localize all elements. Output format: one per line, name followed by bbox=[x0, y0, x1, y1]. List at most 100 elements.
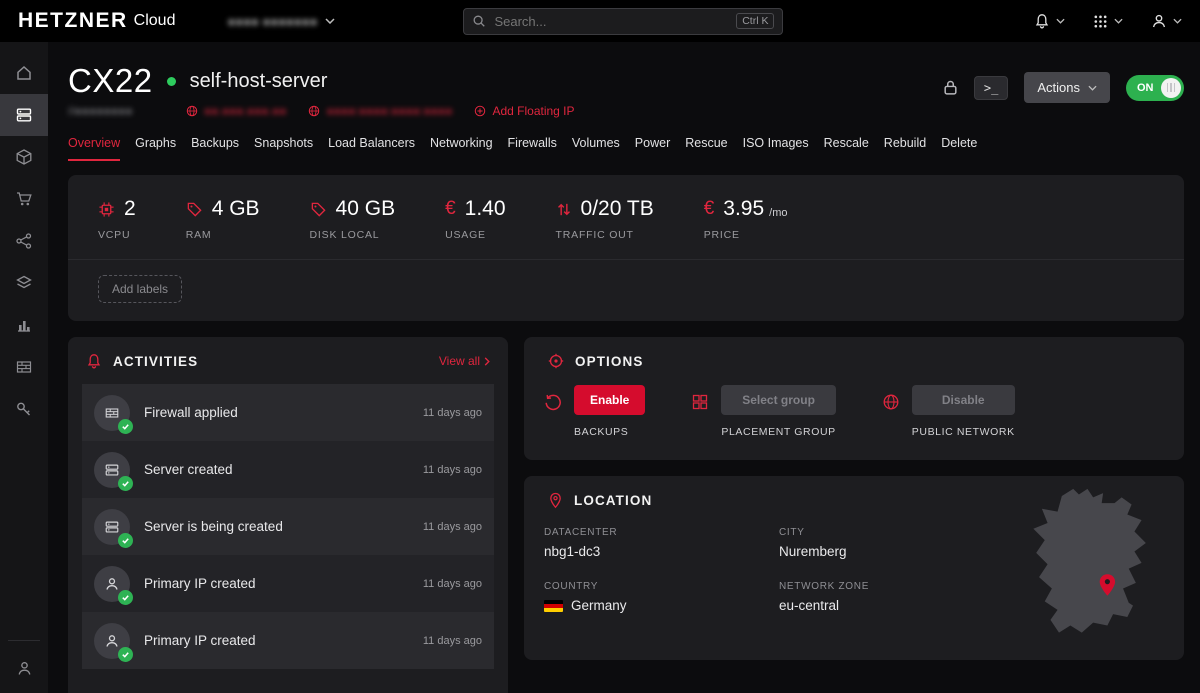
apps-menu[interactable] bbox=[1093, 14, 1123, 29]
pin-icon bbox=[548, 492, 563, 509]
stat-ram: 4 GB RAM bbox=[186, 197, 260, 241]
success-check-icon bbox=[118, 647, 133, 662]
location-card: LOCATION DATACENTER nbg1-dc3 CITY Nuremb… bbox=[524, 476, 1184, 660]
activity-row-firewall-applied[interactable]: Firewall applied 11 days ago bbox=[82, 384, 494, 441]
tab-rescale[interactable]: Rescale bbox=[824, 136, 869, 161]
sidebar-item-networks[interactable] bbox=[0, 220, 48, 262]
project-switcher[interactable]: ●●●● ●●●●●●● bbox=[227, 14, 335, 29]
tab-delete[interactable]: Delete bbox=[941, 136, 977, 161]
stat-label: USAGE bbox=[445, 229, 505, 241]
sidebar-item-servers[interactable] bbox=[0, 94, 48, 136]
tab-snapshots[interactable]: Snapshots bbox=[254, 136, 313, 161]
hetzner-logo: HETZNER bbox=[18, 9, 128, 33]
chevron-down-icon bbox=[1056, 18, 1065, 24]
field-city: CITY Nuremberg bbox=[779, 527, 1014, 559]
tab-load-balancers[interactable]: Load Balancers bbox=[328, 136, 415, 161]
tab-rescue[interactable]: Rescue bbox=[685, 136, 727, 161]
tab-backups[interactable]: Backups bbox=[191, 136, 239, 161]
activity-time: 11 days ago bbox=[423, 635, 482, 647]
globe-icon bbox=[308, 105, 320, 117]
stat-price: € 3.95 /mo PRICE bbox=[704, 197, 788, 241]
server-controls: >_ Actions ON bbox=[943, 62, 1184, 103]
add-labels-button[interactable]: Add labels bbox=[98, 275, 182, 303]
select-group-button[interactable]: Select group bbox=[721, 385, 835, 415]
activity-row-server-being-created[interactable]: Server is being created 11 days ago bbox=[82, 498, 494, 555]
tab-iso-images[interactable]: ISO Images bbox=[743, 136, 809, 161]
globe-icon bbox=[882, 385, 900, 438]
activities-title: ACTIVITIES bbox=[113, 354, 198, 369]
network-zone-value: eu-central bbox=[779, 598, 1014, 613]
options-title: OPTIONS bbox=[575, 354, 643, 369]
stat-suffix: /mo bbox=[769, 207, 787, 221]
success-check-icon bbox=[118, 476, 133, 491]
servers-icon bbox=[15, 106, 33, 124]
add-floating-ip-label: Add Floating IP bbox=[492, 104, 574, 118]
project-name-redacted: ●●●● ●●●●●●● bbox=[227, 14, 317, 29]
search-input[interactable] bbox=[494, 14, 728, 29]
console-button[interactable]: >_ bbox=[974, 76, 1008, 100]
tab-graphs[interactable]: Graphs bbox=[135, 136, 176, 161]
network-nodes-icon bbox=[15, 232, 33, 250]
sidebar-item-security[interactable] bbox=[0, 388, 48, 430]
topbar-actions bbox=[1034, 13, 1182, 29]
sidebar-item-metrics[interactable] bbox=[0, 304, 48, 346]
user-menu[interactable] bbox=[1151, 13, 1182, 29]
sidebar-divider bbox=[8, 640, 40, 641]
disable-public-network-button[interactable]: Disable bbox=[912, 385, 1015, 415]
activity-row-server-created[interactable]: Server created 11 days ago bbox=[82, 441, 494, 498]
tab-rebuild[interactable]: Rebuild bbox=[884, 136, 926, 161]
main-content: CX22 self-host-server #●●●●●●●● ●●.●●●.●… bbox=[48, 42, 1200, 693]
sidebar bbox=[0, 42, 48, 693]
chevron-down-icon bbox=[1114, 18, 1123, 24]
stat-label: RAM bbox=[186, 229, 260, 241]
search-icon bbox=[472, 14, 486, 28]
bottom-grid: ACTIVITIES View all Firewall applied 11 … bbox=[68, 337, 1184, 693]
server-header: CX22 self-host-server #●●●●●●●● ●●.●●●.●… bbox=[68, 62, 1184, 118]
datacenter-label: DATACENTER bbox=[544, 527, 779, 538]
chevron-down-icon bbox=[325, 18, 335, 24]
notifications-menu[interactable] bbox=[1034, 13, 1065, 29]
bell-icon bbox=[86, 353, 102, 369]
tab-networking[interactable]: Networking bbox=[430, 136, 493, 161]
lock-icon[interactable] bbox=[943, 79, 958, 96]
ipv6-redacted: ●●●●:●●●●:●●●●:●●●● bbox=[326, 104, 452, 118]
activity-text: Server is being created bbox=[144, 519, 283, 534]
tab-power[interactable]: Power bbox=[635, 136, 670, 161]
tab-firewalls[interactable]: Firewalls bbox=[508, 136, 557, 161]
city-value: Nuremberg bbox=[779, 544, 1014, 559]
chevron-right-icon bbox=[484, 357, 490, 366]
server-icon bbox=[104, 519, 120, 535]
activity-row-primary-ip-created[interactable]: Primary IP created 11 days ago bbox=[82, 612, 494, 669]
power-toggle[interactable]: ON bbox=[1126, 75, 1184, 101]
sidebar-item-firewalls[interactable] bbox=[0, 346, 48, 388]
activity-row-primary-ip-created[interactable]: Primary IP created 11 days ago bbox=[82, 555, 494, 612]
server-name: self-host-server bbox=[190, 70, 328, 93]
tab-overview[interactable]: Overview bbox=[68, 136, 120, 161]
server-type: CX22 bbox=[68, 62, 153, 100]
view-all-link[interactable]: View all bbox=[439, 354, 490, 368]
sidebar-item-home[interactable] bbox=[0, 52, 48, 94]
search-bar[interactable]: Ctrl K bbox=[463, 8, 783, 35]
tab-volumes[interactable]: Volumes bbox=[572, 136, 620, 161]
sidebar-item-support[interactable] bbox=[0, 647, 48, 689]
sidebar-item-marketplace[interactable] bbox=[0, 178, 48, 220]
ipv4-redacted: ●●.●●●.●●●.●● bbox=[204, 104, 286, 118]
chart-icon bbox=[15, 316, 33, 334]
right-column: OPTIONS Enable BACKUPS bbox=[524, 337, 1184, 660]
add-floating-ip-link[interactable]: Add Floating IP bbox=[474, 104, 574, 118]
sidebar-item-volumes[interactable] bbox=[0, 136, 48, 178]
enable-backups-button[interactable]: Enable bbox=[574, 385, 645, 415]
activities-card: ACTIVITIES View all Firewall applied 11 … bbox=[68, 337, 508, 693]
ipv4-address[interactable]: ●●.●●●.●●●.●● bbox=[186, 104, 286, 118]
stat-vcpu: 2 VCPU bbox=[98, 197, 136, 241]
actions-button[interactable]: Actions bbox=[1024, 72, 1110, 103]
ipv6-address[interactable]: ●●●●:●●●●:●●●●:●●●● bbox=[308, 104, 452, 118]
tag-icon bbox=[310, 201, 327, 218]
server-title-block: CX22 self-host-server #●●●●●●●● ●●.●●●.●… bbox=[68, 62, 575, 118]
sidebar-item-load-balancers[interactable] bbox=[0, 262, 48, 304]
server-tabs: Overview Graphs Backups Snapshots Load B… bbox=[68, 136, 1184, 161]
euro-icon: € bbox=[704, 198, 715, 220]
key-icon bbox=[15, 400, 33, 418]
activity-text: Primary IP created bbox=[144, 576, 256, 591]
status-dot-online bbox=[167, 77, 176, 86]
